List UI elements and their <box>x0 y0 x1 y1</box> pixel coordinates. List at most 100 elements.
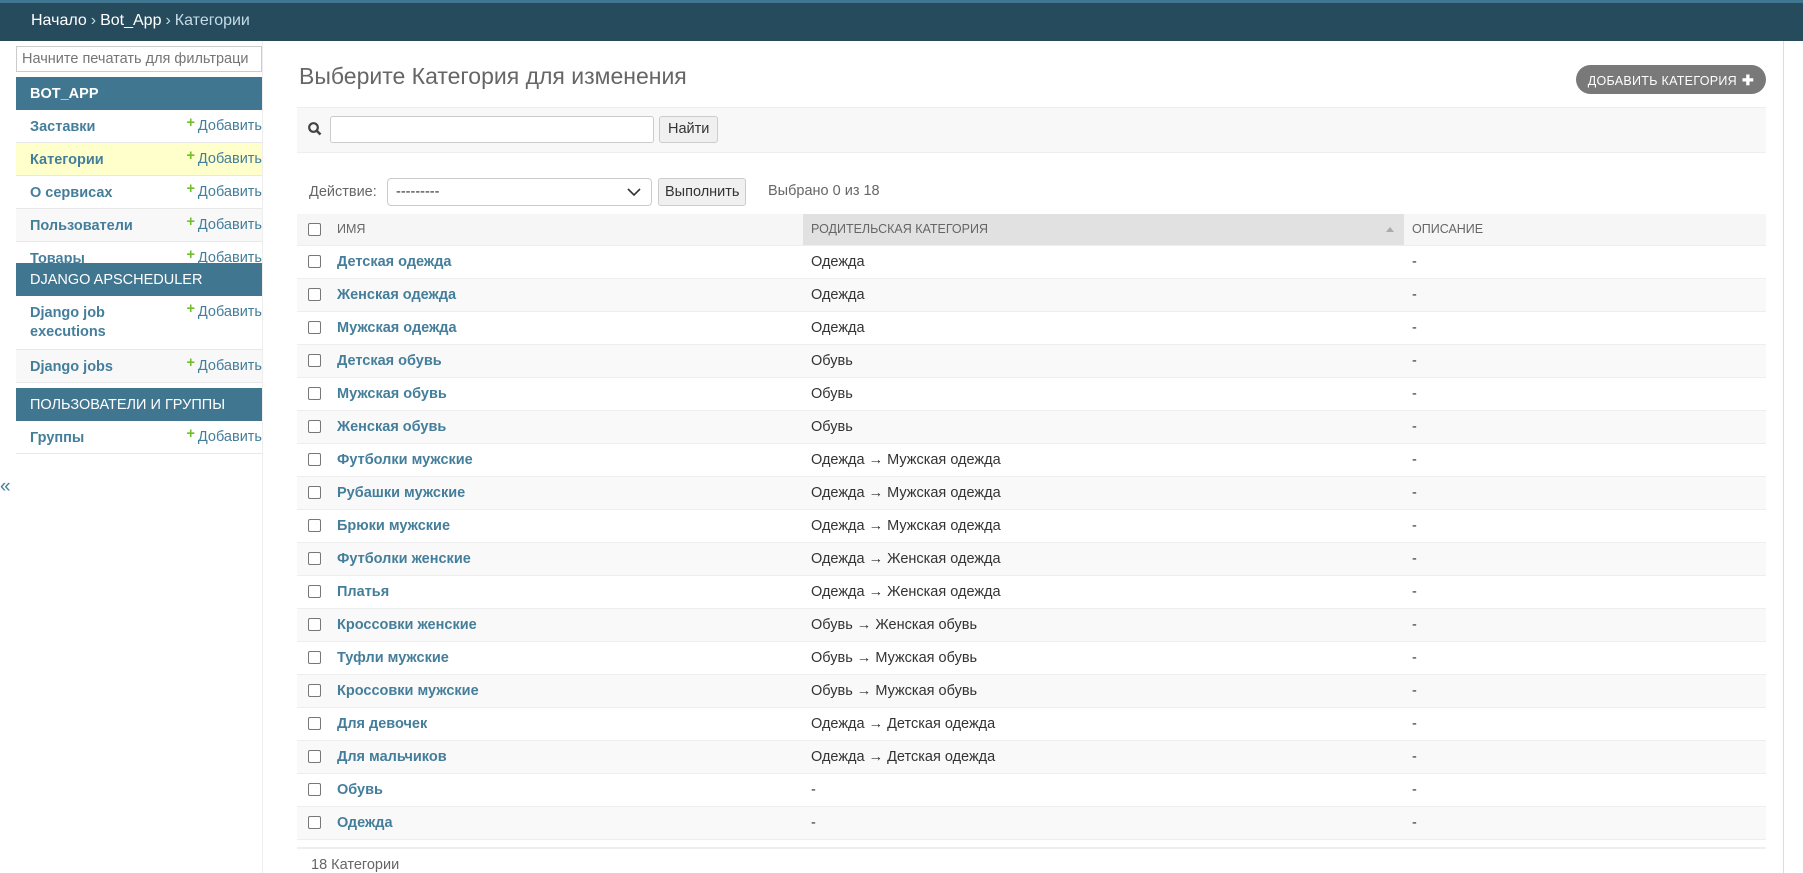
row-select-cell <box>297 443 329 477</box>
row-select-cell <box>297 377 329 411</box>
category-link[interactable]: Кроссовки мужские <box>337 683 479 699</box>
category-link[interactable]: Рубашки мужские <box>337 485 465 501</box>
plus-icon: + <box>186 148 195 164</box>
row-checkbox[interactable] <box>308 618 321 632</box>
description-cell: - <box>1404 344 1766 378</box>
row-checkbox[interactable] <box>308 717 321 731</box>
row-checkbox[interactable] <box>308 684 321 698</box>
sidebar-item-link[interactable]: Заставки <box>30 118 160 137</box>
sidebar-filter-input[interactable] <box>16 46 262 72</box>
plus-icon: ✚ <box>1741 72 1754 88</box>
row-checkbox[interactable] <box>308 519 321 533</box>
breadcrumb: Начало › Bot_App › Категории <box>31 12 250 30</box>
row-checkbox[interactable] <box>308 816 321 830</box>
sidebar-add-link[interactable]: + Добавить <box>186 115 262 134</box>
row-checkbox[interactable] <box>308 486 321 500</box>
category-link[interactable]: Футболки мужские <box>337 452 473 468</box>
row-checkbox[interactable] <box>308 783 321 797</box>
column-header-description[interactable]: Описание <box>1404 214 1766 246</box>
table-row: Футболки мужские Одежда → Мужская одежда - <box>297 443 1766 477</box>
name-cell: Рубашки мужские <box>329 476 803 510</box>
category-link[interactable]: Футболки женские <box>337 551 471 567</box>
category-link[interactable]: Женская обувь <box>337 419 446 435</box>
parent-cell: Одежда → Мужская одежда <box>803 476 1404 510</box>
row-checkbox[interactable] <box>308 321 321 335</box>
sidebar-add-link[interactable]: + Добавить <box>186 181 262 200</box>
sidebar-item: Категории + Добавить <box>16 143 262 176</box>
parent-cell: Одежда → Женская одежда <box>803 575 1404 609</box>
select-all-checkbox[interactable] <box>308 223 321 237</box>
category-link[interactable]: Кроссовки женские <box>337 617 477 633</box>
sidebar-item-link[interactable]: Django job executions <box>30 304 160 342</box>
description-cell: - <box>1404 674 1766 708</box>
category-link[interactable]: Для мальчиков <box>337 749 447 765</box>
run-action-button[interactable]: Выполнить <box>658 178 747 206</box>
add-label: Добавить <box>197 304 262 320</box>
breadcrumb-app[interactable]: Bot_App <box>100 12 161 29</box>
category-link[interactable]: Для девочек <box>337 716 427 732</box>
description-cell: - <box>1404 377 1766 411</box>
column-header-parent[interactable]: Родительская категория <box>803 214 1404 246</box>
sidebar-add-link[interactable]: + Добавить <box>186 355 262 374</box>
row-checkbox[interactable] <box>308 750 321 764</box>
sidebar-item-link[interactable]: Группы <box>30 429 160 448</box>
name-cell: Мужская одежда <box>329 311 803 345</box>
row-select-cell <box>297 476 329 510</box>
sidebar-add-link[interactable]: + Добавить <box>186 148 262 167</box>
action-select[interactable]: --------- <box>387 178 652 206</box>
module-header[interactable]: DJANGO APSCHEDULER <box>16 263 262 296</box>
name-cell: Платья <box>329 575 803 609</box>
module-header[interactable]: ПОЛЬЗОВАТЕЛИ И ГРУППЫ <box>16 388 262 421</box>
sidebar-item: Пользователи + Добавить <box>16 209 262 242</box>
category-link[interactable]: Туфли мужские <box>337 650 449 666</box>
sidebar-add-link[interactable]: + Добавить <box>186 301 262 320</box>
category-link[interactable]: Детская одежда <box>337 254 451 270</box>
category-link[interactable]: Мужская одежда <box>337 320 457 336</box>
sidebar-item-link[interactable]: Категории <box>30 151 160 170</box>
sidebar: BOT_APPЗаставки+ДобавитьКатегории+Добави… <box>16 41 263 873</box>
sidebar-item-link[interactable]: Django jobs <box>30 358 160 377</box>
sidebar-add-link[interactable]: + Добавить <box>186 214 262 233</box>
row-checkbox[interactable] <box>308 552 321 566</box>
row-checkbox[interactable] <box>308 255 321 269</box>
sidebar-add-link[interactable]: + Добавить <box>186 426 262 445</box>
parent-cell: Одежда → Мужская одежда <box>803 443 1404 477</box>
scrollbar[interactable] <box>1783 41 1803 873</box>
row-checkbox[interactable] <box>308 387 321 401</box>
column-header-name[interactable]: Имя <box>329 214 803 246</box>
row-select-cell <box>297 575 329 609</box>
sidebar-collapse-toggle[interactable]: « <box>0 476 11 498</box>
breadcrumb-current: Категории <box>174 12 250 29</box>
module-header[interactable]: BOT_APP <box>16 77 262 110</box>
category-link[interactable]: Обувь <box>337 782 383 798</box>
description-cell: - <box>1404 806 1766 840</box>
row-checkbox[interactable] <box>308 585 321 599</box>
category-link[interactable]: Платья <box>337 584 389 600</box>
search-button[interactable]: Найти <box>659 116 719 143</box>
row-checkbox[interactable] <box>308 420 321 434</box>
search-input[interactable] <box>330 116 654 143</box>
row-checkbox[interactable] <box>308 288 321 302</box>
category-link[interactable]: Мужская обувь <box>337 386 447 402</box>
category-link[interactable]: Женская одежда <box>337 287 456 303</box>
name-cell: Женская обувь <box>329 410 803 444</box>
sidebar-item-link[interactable]: Пользователи <box>30 217 160 236</box>
table-row: Кроссовки мужские Обувь → Мужская обувь - <box>297 674 1766 708</box>
sidebar-item: Django jobs + Добавить <box>16 350 262 383</box>
category-link[interactable]: Брюки мужские <box>337 518 450 534</box>
row-checkbox[interactable] <box>308 354 321 368</box>
header: Начало › Bot_App › Категории <box>0 0 1803 41</box>
sort-ascending-icon[interactable] <box>1386 227 1394 232</box>
category-link[interactable]: Детская обувь <box>337 353 442 369</box>
breadcrumb-home[interactable]: Начало <box>31 12 87 29</box>
parent-cell: Одежда → Детская одежда <box>803 740 1404 774</box>
add-category-button[interactable]: ДОБАВИТЬ КАТЕГОРИЯ ✚ <box>1575 65 1766 94</box>
row-checkbox[interactable] <box>308 453 321 467</box>
row-checkbox[interactable] <box>308 651 321 665</box>
parent-cell: Одежда → Мужская одежда <box>803 509 1404 543</box>
parent-cell: Одежда <box>803 311 1404 345</box>
sidebar-item-link[interactable]: О сервисах <box>30 184 160 203</box>
category-link[interactable]: Одежда <box>337 815 393 831</box>
row-select-cell <box>297 608 329 642</box>
parent-cell: Одежда <box>803 245 1404 279</box>
